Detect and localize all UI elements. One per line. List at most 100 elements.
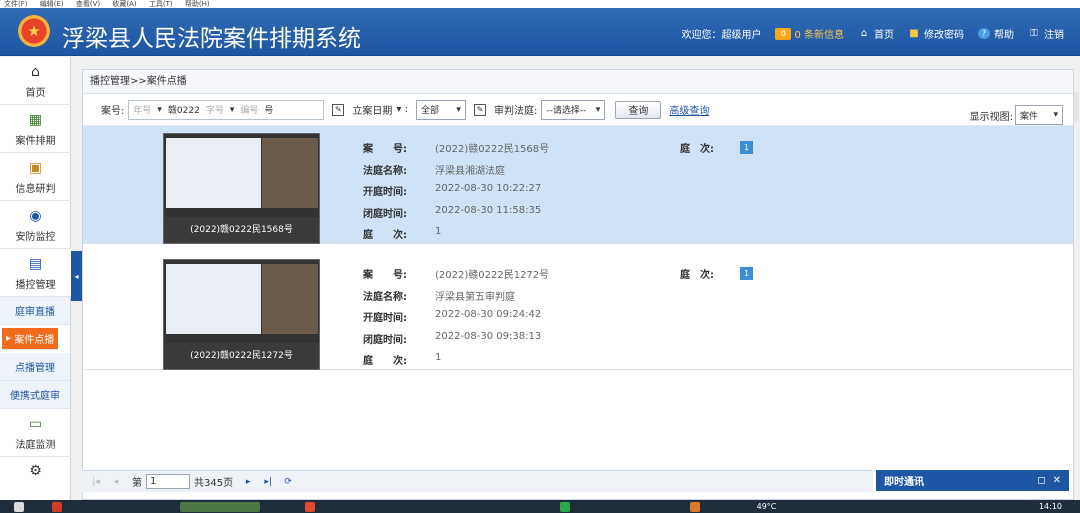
- date-filter-label[interactable]: 立案日期: [352, 102, 392, 117]
- court-select[interactable]: --请选择-- ▾: [541, 99, 606, 120]
- menu-favorites[interactable]: 收藏(A): [112, 0, 136, 8]
- chevron-down-icon: ▾: [1053, 110, 1058, 120]
- app-title: 浮梁县人民法院案件排期系统: [62, 26, 361, 52]
- session-badge-group: 庭 次: 1: [680, 140, 753, 155]
- prev-page-icon[interactable]: ◂: [109, 475, 123, 489]
- dropdown-arrow-icon: ▾: [157, 104, 162, 115]
- sidebar-sub-vod-manage[interactable]: 点播管理: [0, 353, 70, 381]
- session-badge[interactable]: 1: [740, 141, 753, 154]
- sidebar-item-label: 首页: [25, 87, 46, 99]
- scrollbar[interactable]: [1074, 92, 1079, 122]
- restore-icon[interactable]: ◻: [1037, 475, 1045, 486]
- session-badge[interactable]: 1: [740, 267, 753, 280]
- start-icon[interactable]: [14, 502, 24, 512]
- next-page-icon[interactable]: ▸: [241, 475, 255, 489]
- clock: 14:10: [1038, 502, 1062, 511]
- edit-icon[interactable]: ✎: [473, 103, 486, 116]
- app-header: ★ 浮梁县人民法院案件排期系统 欢迎您：超级用户 0 0 条新信息 ⌂ 首页 ■…: [0, 8, 1080, 56]
- field-label: 庭 次:: [363, 230, 407, 241]
- sidebar-sub-live[interactable]: 庭审直播: [0, 297, 70, 325]
- app-icon[interactable]: [52, 502, 62, 512]
- video-thumbnail[interactable]: (2022)赣0222民1568号: [163, 133, 320, 244]
- thumbnail-camera: [262, 138, 318, 208]
- dropdown-arrow-icon: ▾ :: [396, 104, 408, 115]
- change-password-link[interactable]: ■ 修改密码: [908, 26, 964, 41]
- list-item[interactable]: (2022)赣0222民1568号 案 号: (2022)赣0222民1568号 …: [83, 126, 1073, 244]
- app-icon[interactable]: [690, 502, 700, 512]
- list-item[interactable]: (2022)赣0222民1272号 案 号: (2022)赣0222民1272号 …: [83, 252, 1073, 370]
- app-icon[interactable]: [560, 502, 570, 512]
- advanced-query-link[interactable]: 高级查询: [669, 102, 709, 117]
- sidebar-item-analysis[interactable]: ▣ 信息研判: [0, 153, 71, 201]
- case-number-label: 案号:: [101, 106, 125, 117]
- refresh-icon[interactable]: ⟳: [281, 475, 295, 489]
- new-messages-label: 0 条新信息: [794, 30, 844, 41]
- date-select[interactable]: 全部 ▾: [415, 99, 466, 120]
- menu-edit[interactable]: 编辑(E): [40, 0, 64, 8]
- filter-toolbar: 案号: 年号 ▾ 赣0222 字号 ▾ 编号 号 ✎ 立案日期 ▾ : 全部 ▾…: [83, 94, 1073, 126]
- home-icon: ⌂: [31, 63, 40, 80]
- instant-message-bar[interactable]: 即时通讯 ◻ ✕: [876, 470, 1069, 491]
- menu-help[interactable]: 帮助(H): [185, 0, 210, 8]
- logout-link[interactable]: ⚿ 注销: [1028, 26, 1064, 41]
- view-select-value: 案件: [1020, 111, 1039, 122]
- change-password-label: 修改密码: [924, 30, 964, 41]
- chevron-down-icon: ▾: [595, 104, 601, 115]
- field-label: 法庭名称:: [363, 291, 407, 303]
- case-info: 案 号: (2022)赣0222民1272号 法庭名称: 浮梁县第五审判庭 开庭时间…: [363, 266, 549, 374]
- menu-file[interactable]: 文件(F): [4, 0, 28, 8]
- query-button[interactable]: 查询: [615, 100, 662, 119]
- sidebar-sub-portable[interactable]: 便携式庭审: [0, 381, 70, 409]
- hao-suffix: 号: [264, 106, 274, 116]
- calendar-icon: ▦: [28, 111, 43, 128]
- close-time: 2022-08-30 11:58:35: [435, 204, 542, 216]
- first-page-icon[interactable]: |◂: [89, 475, 103, 489]
- edit-icon[interactable]: ✎: [332, 103, 345, 116]
- monitor-icon: ▤: [28, 255, 43, 272]
- open-time: 2022-08-30 09:24:42: [435, 309, 542, 320]
- sidebar-item-more[interactable]: ⚙: [0, 457, 71, 487]
- home-icon: ⌂: [860, 28, 868, 39]
- close-icon[interactable]: ✕: [1053, 475, 1061, 486]
- court-emblem-icon: ★: [18, 15, 50, 47]
- video-thumbnail[interactable]: (2022)赣0222民1272号: [163, 259, 320, 370]
- sidebar-item-scheduling[interactable]: ▦ 案件排期: [0, 105, 71, 153]
- sidebar-sub-label: 案件点播: [14, 335, 55, 346]
- view-select[interactable]: 案件 ▾: [1015, 105, 1063, 125]
- field-label: 庭 次:: [363, 356, 407, 367]
- page-input[interactable]: 1: [146, 474, 190, 489]
- new-messages-link[interactable]: 0 0 条新信息: [775, 26, 844, 41]
- sidebar-sub-vod[interactable]: ▸ 案件点播: [2, 328, 58, 350]
- sidebar-collapse-button[interactable]: ◂: [71, 251, 82, 301]
- case-number-field[interactable]: 年号 ▾ 赣0222 字号 ▾ 编号 号: [128, 99, 325, 120]
- help-link-label: 帮助: [994, 30, 1014, 41]
- menu-tools[interactable]: 工具(T): [149, 0, 173, 8]
- app-icon[interactable]: [180, 502, 260, 512]
- chevron-down-icon: ▾: [456, 104, 461, 115]
- date-select-value: 全部: [420, 106, 439, 116]
- sidebar: ⌂ 首页 ▦ 案件排期 ▣ 信息研判 ◉ 安防监控 ▤ 播控管理 庭审直播 ▸ …: [0, 57, 71, 500]
- sidebar-item-broadcast[interactable]: ▤ 播控管理: [0, 249, 71, 297]
- open-time: 2022-08-30 10:22:27: [435, 183, 542, 194]
- dropdown-arrow-icon: ▾: [229, 104, 235, 115]
- last-page-icon[interactable]: ▸|: [261, 475, 275, 489]
- session-number: 1: [435, 226, 442, 237]
- os-taskbar: 49°C 14:10: [0, 500, 1080, 513]
- analysis-icon: ▣: [28, 159, 43, 176]
- monitor-icon: ▭: [28, 415, 43, 432]
- view-label: 显示视图:: [969, 111, 1013, 123]
- temperature: 49°C: [756, 502, 777, 511]
- sidebar-item-security[interactable]: ◉ 安防监控: [0, 201, 71, 249]
- home-link[interactable]: ⌂ 首页: [858, 26, 894, 41]
- pagination: |◂ ◂ 第 1 共345页 ▸ ▸| ⟳: [82, 470, 873, 492]
- sidebar-item-home[interactable]: ⌂ 首页: [0, 57, 71, 105]
- field-label: 闭庭时间:: [363, 208, 407, 220]
- thumbnail-camera: [262, 264, 318, 334]
- menu-view[interactable]: 查看(V): [76, 0, 100, 8]
- app-icon[interactable]: [305, 502, 315, 512]
- field-label: 法庭名称:: [363, 165, 407, 177]
- thumbnail-screen: [166, 264, 261, 334]
- sidebar-item-court-monitor[interactable]: ▭ 法庭监测: [0, 409, 71, 457]
- lock-icon: ■: [909, 28, 919, 39]
- help-link[interactable]: ? 帮助: [978, 26, 1014, 41]
